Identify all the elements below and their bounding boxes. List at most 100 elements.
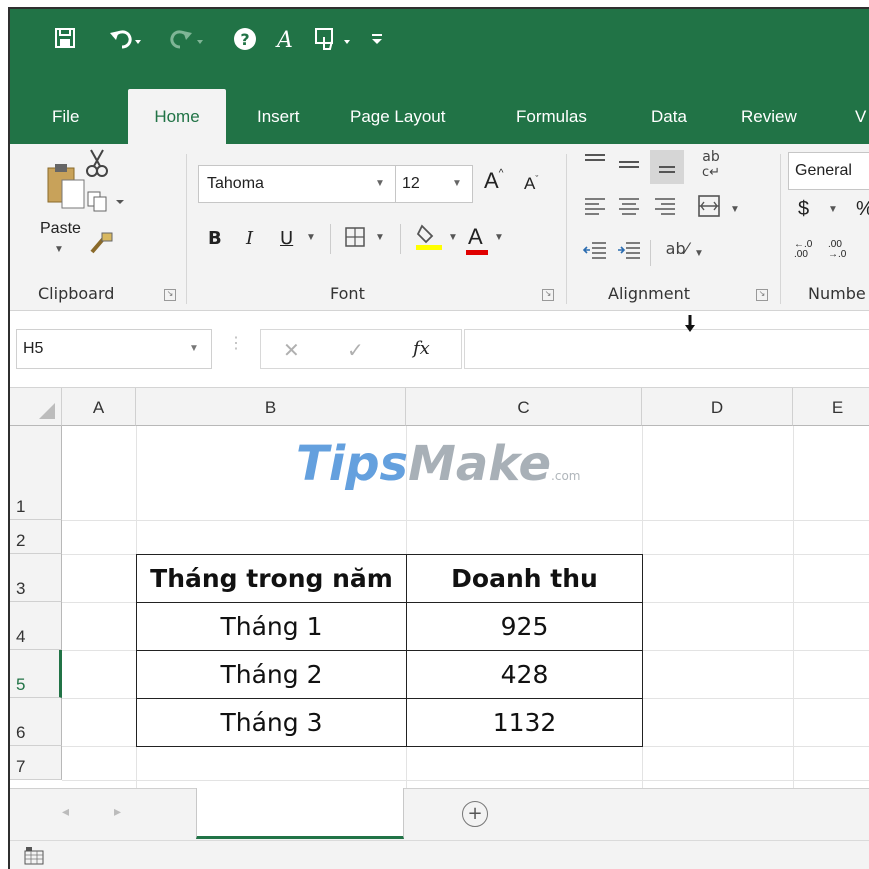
sheet-scroll-prev-icon[interactable]: ◂ <box>62 803 69 820</box>
sheet-tab-active[interactable] <box>196 788 404 839</box>
paste-label[interactable]: Paste <box>40 220 81 238</box>
insert-function-icon[interactable]: fx <box>413 338 430 359</box>
orientation-icon[interactable]: ab⁄ <box>662 238 692 260</box>
table-cell-revenue[interactable]: 925 <box>406 602 643 651</box>
bold-button[interactable]: B <box>208 228 222 249</box>
tab-home[interactable]: Home <box>128 89 226 144</box>
font-size-select[interactable]: 12 ▼ <box>395 165 473 203</box>
tab-page-layout[interactable]: Page Layout <box>350 89 445 144</box>
fill-color-dropdown-icon[interactable]: ▼ <box>448 232 458 243</box>
cut-icon[interactable] <box>84 148 110 184</box>
font-color-swatch <box>466 250 488 255</box>
row-header-3[interactable]: 3 <box>10 554 62 602</box>
alignment-launcher-icon[interactable]: ↘ <box>756 289 768 301</box>
row-header-4[interactable]: 4 <box>10 602 62 650</box>
save-icon[interactable] <box>54 27 76 55</box>
mouse-cursor-icon <box>684 315 695 332</box>
group-separator <box>186 154 187 304</box>
alignment-divider <box>650 240 651 266</box>
font-launcher-icon[interactable]: ↘ <box>542 289 554 301</box>
copy-icon[interactable] <box>86 190 130 220</box>
clipboard-launcher-icon[interactable]: ↘ <box>164 289 176 301</box>
currency-dropdown-icon[interactable]: ▼ <box>828 204 838 215</box>
sheet-scroll-next-icon[interactable]: ▸ <box>114 803 121 820</box>
table-cell-month[interactable]: Tháng 3 <box>136 698 407 747</box>
tab-formulas[interactable]: Formulas <box>516 89 587 144</box>
customize-qat-icon[interactable] <box>370 27 384 55</box>
table-cell-revenue[interactable]: 1132 <box>406 698 643 747</box>
align-right-icon[interactable] <box>650 196 680 222</box>
column-header-b[interactable]: B <box>136 388 406 426</box>
borders-icon[interactable] <box>342 226 368 254</box>
table-header-month[interactable]: Tháng trong năm <box>136 554 407 603</box>
decrease-decimal-button[interactable]: .00 →.0 <box>828 240 846 260</box>
paste-icon[interactable] <box>44 160 85 216</box>
underline-dropdown-icon[interactable]: ▼ <box>306 232 316 243</box>
gridline <box>793 426 794 788</box>
status-bar <box>10 840 869 869</box>
row-header-2[interactable]: 2 <box>10 520 62 554</box>
cancel-icon[interactable]: ✕ <box>283 338 300 363</box>
table-cell-revenue[interactable]: 428 <box>406 650 643 699</box>
formula-input[interactable] <box>464 329 869 369</box>
quick-access-toolbar: ? A <box>10 9 869 89</box>
borders-dropdown-icon[interactable]: ▼ <box>375 232 385 243</box>
currency-button[interactable]: $ <box>798 198 809 221</box>
row-header-5[interactable]: 5 <box>10 650 62 698</box>
align-bottom-icon[interactable] <box>650 150 684 184</box>
merge-dropdown-icon[interactable]: ▼ <box>730 204 740 215</box>
shrink-font-button[interactable]: Aˇ <box>524 174 538 194</box>
column-header-e[interactable]: E <box>793 388 869 426</box>
add-sheet-icon[interactable]: + <box>462 801 488 827</box>
help-icon[interactable]: ? <box>233 27 257 55</box>
alignment-group-label: Alignment <box>608 284 690 303</box>
formula-bar-grip-icon: ⋮ <box>228 335 244 352</box>
column-header-c[interactable]: C <box>406 388 642 426</box>
font-color-button[interactable]: A <box>468 224 483 250</box>
table-cell-month[interactable]: Tháng 2 <box>136 650 407 699</box>
percent-button[interactable]: % <box>856 198 869 221</box>
row-header-6[interactable]: 6 <box>10 698 62 746</box>
increase-decimal-button[interactable]: ←.0.00 <box>794 240 812 260</box>
clipboard-group-label: Clipboard <box>38 284 115 303</box>
align-top-icon[interactable] <box>580 152 610 178</box>
tab-data[interactable]: Data <box>651 89 687 144</box>
enter-icon[interactable]: ✓ <box>347 338 364 363</box>
grow-font-button[interactable]: A^ <box>484 168 503 194</box>
table-cell-month[interactable]: Tháng 1 <box>136 602 407 651</box>
font-name-select[interactable]: Tahoma ▼ <box>198 165 398 203</box>
increase-indent-icon[interactable] <box>614 240 644 266</box>
align-middle-icon[interactable] <box>614 156 644 182</box>
italic-button[interactable]: I <box>246 228 253 249</box>
number-format-select[interactable]: General <box>788 152 869 190</box>
format-painter-icon[interactable] <box>88 230 116 262</box>
touch-mode-icon[interactable] <box>314 27 358 55</box>
orientation-dropdown-icon[interactable]: ▼ <box>694 248 704 259</box>
tab-insert[interactable]: Insert <box>257 89 300 144</box>
align-center-icon[interactable] <box>614 196 644 222</box>
tab-review[interactable]: Review <box>741 89 797 144</box>
text-format-icon[interactable]: A <box>275 27 297 55</box>
row-header-7[interactable]: 7 <box>10 746 62 780</box>
select-all-corner[interactable] <box>10 388 62 426</box>
fill-color-icon[interactable] <box>414 222 444 258</box>
align-left-icon[interactable] <box>580 196 610 222</box>
undo-icon[interactable] <box>108 27 142 55</box>
row-header-1[interactable]: 1 <box>10 426 62 520</box>
name-box[interactable]: H5 ▼ <box>16 329 212 369</box>
worksheet-grid[interactable]: A B C D E 1 2 3 4 5 6 7 TipsMake.com Thá… <box>10 388 869 788</box>
column-header-a[interactable]: A <box>62 388 136 426</box>
merge-center-icon[interactable] <box>694 194 724 224</box>
decrease-indent-icon[interactable] <box>580 240 610 266</box>
table-header-revenue[interactable]: Doanh thu <box>406 554 643 603</box>
tab-view[interactable]: V <box>855 89 866 144</box>
font-color-dropdown-icon[interactable]: ▼ <box>494 232 504 243</box>
paste-dropdown-icon[interactable]: ▼ <box>54 244 64 255</box>
redo-icon[interactable] <box>170 27 204 55</box>
tab-file[interactable]: File <box>52 89 79 144</box>
wrap-text-icon[interactable]: ab c↵ <box>696 150 726 181</box>
macro-record-icon[interactable] <box>24 847 44 869</box>
svg-text:?: ? <box>240 30 249 49</box>
column-header-d[interactable]: D <box>642 388 793 426</box>
underline-button[interactable]: U <box>280 228 293 249</box>
